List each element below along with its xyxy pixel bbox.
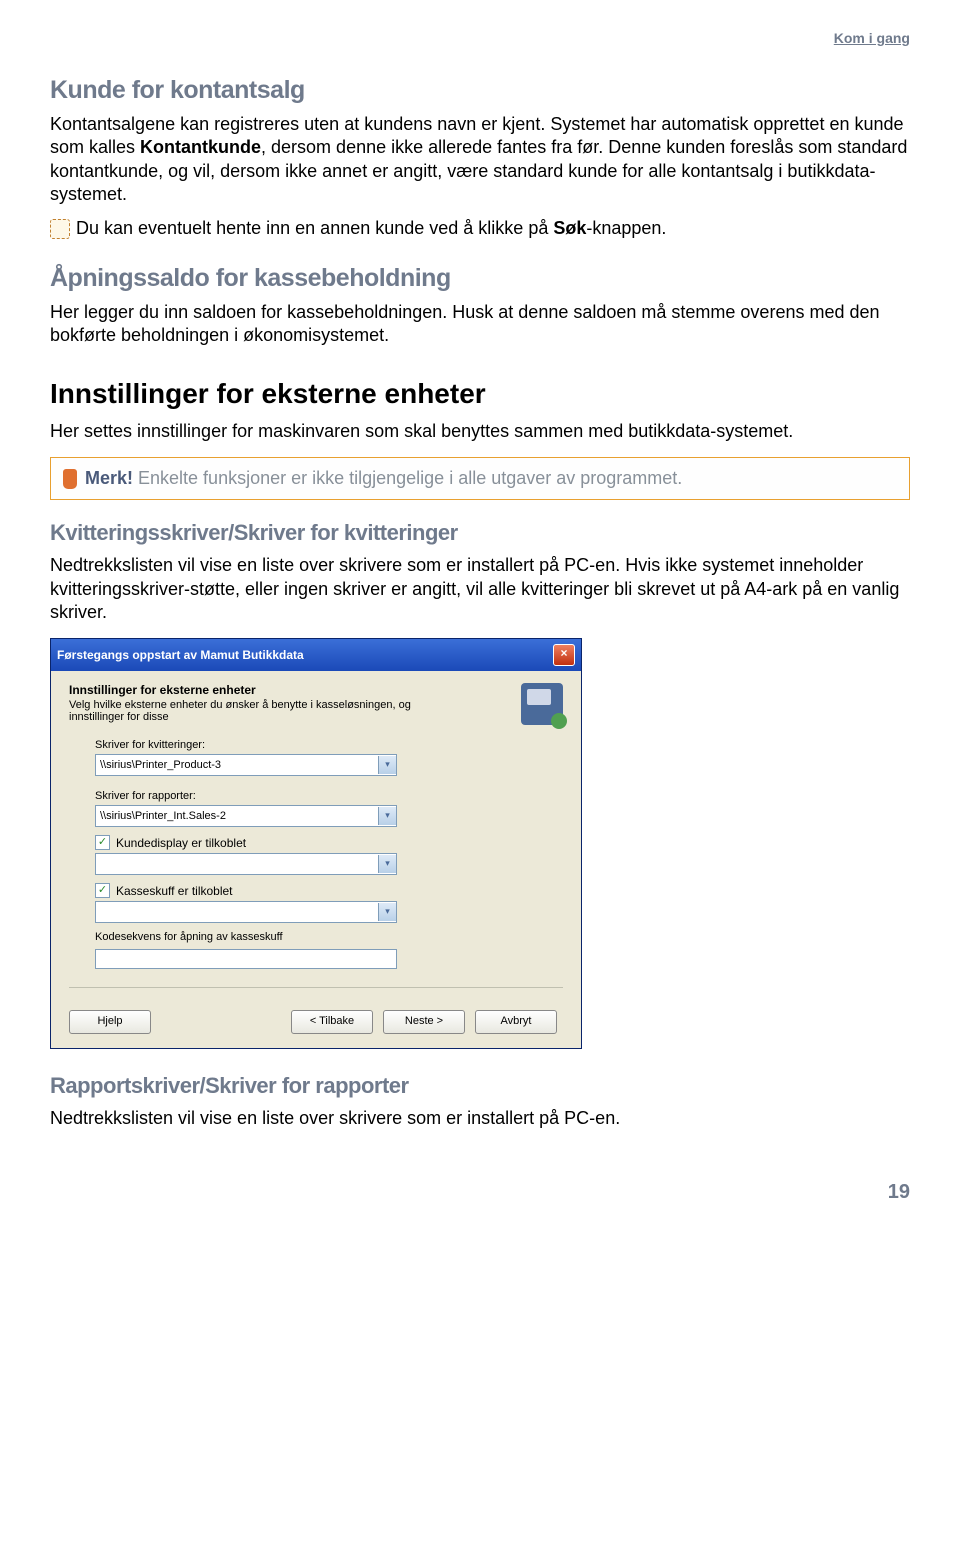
select-printer-receipts[interactable]: \\sirius\Printer_Product-3 ▾ xyxy=(95,754,397,776)
dialog-description: Velg hvilke eksterne enheter du ønsker å… xyxy=(69,699,449,723)
paragraph: Kontantsalgene kan registreres uten at k… xyxy=(50,113,910,207)
tip-icon xyxy=(50,219,70,239)
header-breadcrumb[interactable]: Kom i gang xyxy=(50,30,910,46)
heading-kunde-kontantsalg: Kunde for kontantsalg xyxy=(50,76,910,105)
dialog-separator xyxy=(69,987,563,988)
heading-kvitteringsskriver: Kvitteringsskriver/Skriver for kvitterin… xyxy=(50,520,910,546)
dialog-subtitle: Innstillinger for eksterne enheter xyxy=(69,683,521,697)
label-drawer-sequence: Kodesekvens for åpning av kasseskuff xyxy=(95,931,563,943)
label-cash-drawer: Kasseskuff er tilkoblet xyxy=(116,884,233,898)
chevron-down-icon: ▾ xyxy=(378,903,396,921)
chevron-down-icon: ▾ xyxy=(378,855,396,873)
chevron-down-icon: ▾ xyxy=(378,756,396,774)
close-button[interactable]: × xyxy=(553,644,575,666)
checkbox-customer-display[interactable]: ✓ xyxy=(95,835,110,850)
next-button[interactable]: Neste > xyxy=(383,1010,465,1034)
chevron-down-icon: ▾ xyxy=(378,807,396,825)
checkbox-cash-drawer[interactable]: ✓ xyxy=(95,883,110,898)
label-printer-reports: Skriver for rapporter: xyxy=(95,790,563,802)
paragraph: Nedtrekkslisten vil vise en liste over s… xyxy=(50,554,910,624)
label-printer-receipts: Skriver for kvitteringer: xyxy=(95,739,563,751)
paragraph: Nedtrekkslisten vil vise en liste over s… xyxy=(50,1107,910,1130)
settings-dialog: Førstegangs oppstart av Mamut Butikkdata… xyxy=(50,638,582,1049)
select-customer-display[interactable]: ▾ xyxy=(95,853,397,875)
heading-rapportskriver: Rapportskriver/Skriver for rapporter xyxy=(50,1073,910,1099)
tip-row: Du kan eventuelt hente inn en annen kund… xyxy=(50,217,910,240)
select-printer-reports[interactable]: \\sirius\Printer_Int.Sales-2 ▾ xyxy=(95,805,397,827)
paragraph: Her settes innstillinger for maskinvaren… xyxy=(50,420,910,443)
paragraph: Her legger du inn saldoen for kassebehol… xyxy=(50,301,910,348)
select-cash-drawer[interactable]: ▾ xyxy=(95,901,397,923)
input-drawer-sequence[interactable] xyxy=(95,949,397,969)
heading-apningssaldo: Åpningssaldo for kassebeholdning xyxy=(50,264,910,293)
heading-innstillinger-eksterne: Innstillinger for eksterne enheter xyxy=(50,378,910,410)
back-button[interactable]: < Tilbake xyxy=(291,1010,373,1034)
dialog-titlebar: Førstegangs oppstart av Mamut Butikkdata… xyxy=(51,639,581,671)
note-icon xyxy=(63,469,77,489)
help-button[interactable]: Hjelp xyxy=(69,1010,151,1034)
dialog-title: Førstegangs oppstart av Mamut Butikkdata xyxy=(57,648,304,662)
pos-icon xyxy=(521,683,563,725)
cancel-button[interactable]: Avbryt xyxy=(475,1010,557,1034)
page-number: 19 xyxy=(50,1181,910,1204)
note-box: Merk! Enkelte funksjoner er ikke tilgjen… xyxy=(50,457,910,500)
label-customer-display: Kundedisplay er tilkoblet xyxy=(116,836,246,850)
